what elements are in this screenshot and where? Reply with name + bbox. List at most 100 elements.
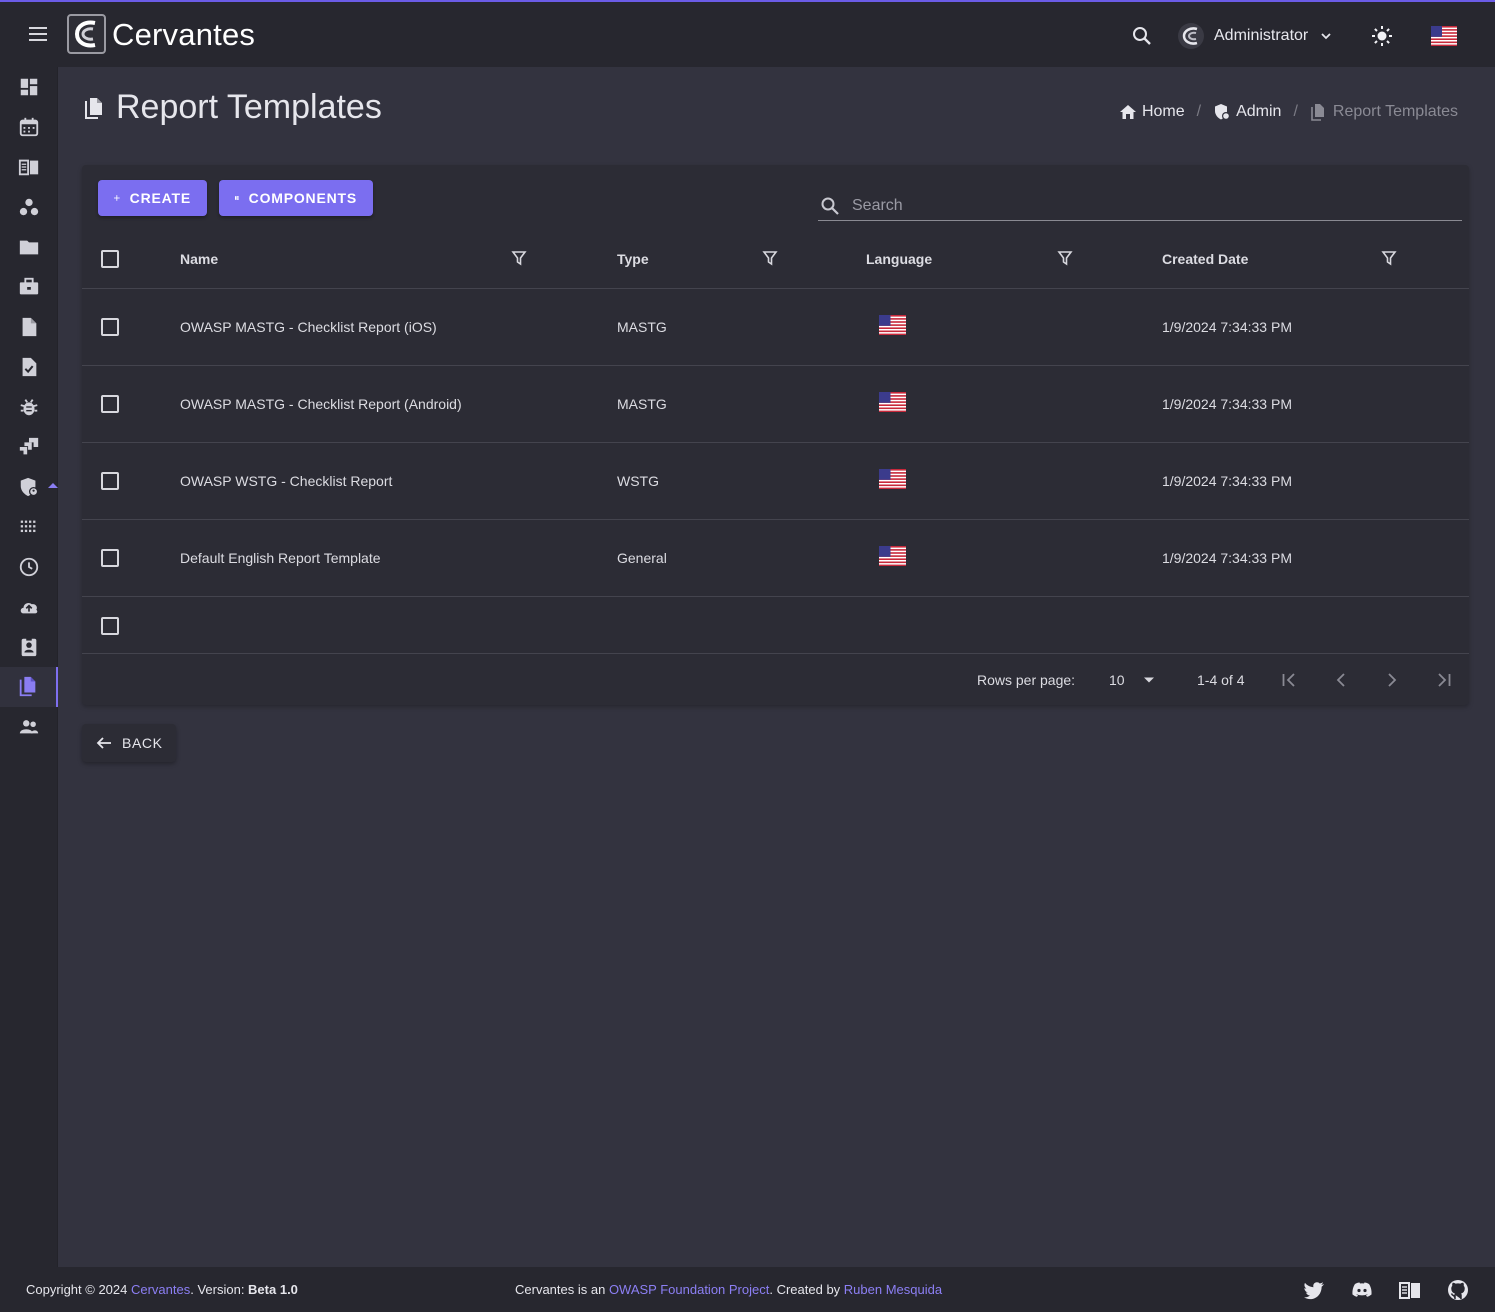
version-prefix: . Version: (190, 1282, 249, 1297)
row-checkbox[interactable] (101, 472, 119, 490)
user-name: Administrator (1214, 27, 1309, 44)
sidebar-item-vulns[interactable] (0, 387, 58, 427)
sidebar-item-knowledge[interactable] (0, 147, 58, 187)
row-checkbox[interactable] (101, 395, 119, 413)
apps-grid-icon (20, 520, 36, 533)
menu-icon[interactable] (24, 22, 52, 46)
sidebar-item-logs[interactable] (0, 547, 58, 587)
pagination: Rows per page: 10 1-4 of 4 (82, 655, 1469, 705)
previous-page-icon[interactable] (1331, 670, 1351, 690)
sidebar-item-backup[interactable] (0, 587, 58, 627)
row-name: OWASP MASTG - Checklist Report (Android) (180, 396, 462, 412)
breadcrumb-home[interactable]: Home (1119, 103, 1185, 121)
github-icon[interactable] (1446, 1278, 1470, 1302)
row-checkbox[interactable] (101, 549, 119, 567)
search-input[interactable] (852, 196, 1432, 215)
breadcrumb-separator: / (1293, 103, 1298, 120)
components-button[interactable]: COMPONENTS (219, 180, 373, 216)
chevron-down-icon (1318, 28, 1334, 44)
filter-icon[interactable] (1381, 250, 1397, 266)
rows-per-page-select[interactable]: 10 (1109, 667, 1161, 693)
page-header: Report Templates (84, 88, 382, 127)
user-menu[interactable]: Administrator (1178, 20, 1334, 52)
sidebar-item-jira[interactable] (0, 427, 58, 467)
search-icon[interactable] (1130, 24, 1154, 48)
users-icon (19, 720, 39, 734)
row-created-date: 1/9/2024 7:34:33 PM (1162, 473, 1292, 489)
top-app-bar: Cervantes Administrator (0, 0, 1495, 67)
back-button-label: BACK (122, 735, 163, 751)
arrow-left-icon (96, 737, 111, 749)
sidebar-item-documents[interactable] (0, 307, 58, 347)
copyright-text: Copyright © 2024 (26, 1282, 131, 1297)
breadcrumb-separator: / (1196, 103, 1202, 120)
table-row[interactable]: OWASP WSTG - Checklist Report WSTG 1/9/2… (82, 443, 1469, 520)
report-templates-table-card: CREATE COMPONENTS Name Type Language Cre… (82, 165, 1469, 705)
table-row[interactable]: OWASP MASTG - Checklist Report (Android)… (82, 366, 1469, 443)
cervantes-link[interactable]: Cervantes (131, 1282, 190, 1297)
sun-icon[interactable] (1370, 24, 1394, 48)
next-page-icon[interactable] (1382, 670, 1402, 690)
row-created-date: 1/9/2024 7:34:33 PM (1162, 319, 1292, 335)
created-by-text: . Created by (769, 1282, 844, 1297)
report-templates-icon (85, 97, 102, 119)
table-row[interactable]: OWASP MASTG - Checklist Report (iOS) MAS… (82, 289, 1469, 366)
row-type: MASTG (617, 396, 667, 412)
breadcrumb-current-label: Report Templates (1332, 103, 1458, 120)
twitter-icon[interactable] (1302, 1278, 1326, 1302)
row-created-date: 1/9/2024 7:34:33 PM (1162, 396, 1292, 412)
us-flag-icon (879, 315, 906, 335)
sidebar-item-tasks[interactable] (0, 347, 58, 387)
sidebar-item-apps[interactable] (0, 507, 58, 547)
filter-icon[interactable] (762, 250, 778, 266)
sidebar-item-clients[interactable] (0, 267, 58, 307)
plus-icon (114, 195, 120, 201)
us-flag-icon (879, 469, 906, 489)
row-created-date: 1/9/2024 7:34:33 PM (1162, 550, 1292, 566)
back-button[interactable]: BACK (82, 724, 176, 762)
jira-icon (19, 437, 39, 455)
owasp-link[interactable]: OWASP Foundation Project (609, 1282, 769, 1297)
sidebar-item-workspaces[interactable] (0, 187, 58, 227)
sidebar-item-projects[interactable] (0, 227, 58, 267)
breadcrumb: Home / Admin / Report Templates (1119, 103, 1458, 121)
bug-icon (20, 399, 38, 416)
sidebar-item-calendar[interactable] (0, 107, 58, 147)
breadcrumb-admin[interactable]: Admin (1213, 103, 1281, 121)
user-avatar (1178, 23, 1204, 49)
workspaces-icon (19, 198, 39, 216)
folder-icon (19, 240, 39, 255)
row-checkbox[interactable] (101, 617, 119, 635)
filter-icon[interactable] (1057, 250, 1073, 266)
components-button-label: COMPONENTS (248, 190, 357, 206)
cervantes-logo[interactable] (67, 14, 106, 54)
row-checkbox[interactable] (101, 318, 119, 336)
us-flag-icon (879, 392, 906, 412)
dashboard-icon (20, 78, 38, 96)
column-header-name[interactable]: Name (180, 251, 218, 267)
select-all-checkbox[interactable] (101, 250, 119, 268)
sidebar-item-dashboard[interactable] (0, 67, 58, 107)
document-icon (22, 317, 37, 337)
sidebar-item-contacts[interactable] (0, 627, 58, 667)
sidebar-item-report-templates[interactable] (0, 667, 58, 707)
docs-book-icon[interactable] (1398, 1278, 1422, 1302)
create-button[interactable]: CREATE (98, 180, 207, 216)
admin-shield-icon (20, 477, 39, 497)
column-header-language[interactable]: Language (866, 251, 932, 267)
first-page-icon[interactable] (1279, 670, 1299, 690)
brand-name[interactable]: Cervantes (112, 17, 255, 53)
column-header-created-date[interactable]: Created Date (1162, 251, 1248, 267)
column-header-type[interactable]: Type (617, 251, 649, 267)
author-link[interactable]: Ruben Mesquida (844, 1282, 942, 1297)
admin-shield-icon (1215, 104, 1231, 120)
filter-icon[interactable] (511, 250, 527, 266)
table-row[interactable]: Default English Report Template General … (82, 520, 1469, 597)
sidebar-item-users[interactable] (0, 707, 58, 747)
discord-icon[interactable] (1350, 1278, 1374, 1302)
last-page-icon[interactable] (1434, 670, 1454, 690)
us-flag-icon[interactable] (1431, 26, 1457, 46)
dashboard-components-icon (235, 196, 239, 200)
upload-cloud-icon (20, 602, 38, 614)
footer-about: Cervantes is an OWASP Foundation Project… (515, 1282, 942, 1297)
